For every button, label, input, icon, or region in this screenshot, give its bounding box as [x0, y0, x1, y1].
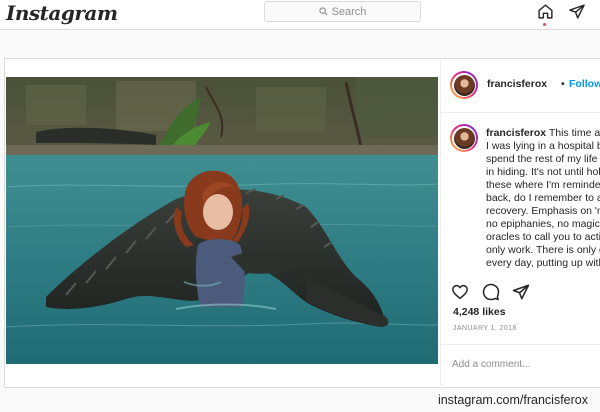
post-card: francisferox • Follow francisferox This … — [4, 58, 600, 389]
dot-separator: • — [561, 78, 565, 90]
notification-dot — [543, 23, 546, 26]
avatar[interactable] — [450, 71, 478, 99]
caption-line: recovery. Emphasis on 'm — [486, 205, 600, 217]
search-icon — [318, 7, 328, 16]
post-side-panel: francisferox • Follow francisferox This … — [440, 59, 600, 389]
caption-line: I was lying in a hospital be — [486, 140, 600, 152]
caption-line: francisferox This time a fe — [486, 127, 600, 139]
comment-placeholder: Add a comment... — [452, 359, 531, 370]
comment-icon[interactable] — [482, 283, 500, 301]
caption-line: spend the rest of my life c — [486, 153, 600, 165]
search-placeholder: Search — [331, 5, 367, 18]
follow-button[interactable]: Follow — [569, 78, 600, 90]
caption-line: back, do I remember to ap — [486, 192, 600, 204]
caption-avatar[interactable] — [450, 124, 478, 152]
post-username[interactable]: francisferox — [487, 78, 547, 90]
post-photo[interactable] — [6, 77, 438, 364]
share-icon[interactable] — [512, 283, 530, 301]
heart-icon[interactable] — [451, 283, 469, 301]
photo-woman-with-alligator — [6, 77, 438, 364]
caption-line: only work. There is only g — [486, 244, 600, 256]
instagram-logo[interactable]: Instagram — [6, 1, 118, 25]
home-icon[interactable] — [537, 3, 554, 20]
post-header: francisferox • Follow — [441, 59, 600, 113]
top-navigation-bar: Instagram Search — [0, 0, 600, 30]
source-credit: instagram.com/francisferox — [437, 393, 588, 407]
post-date[interactable]: JANUARY 1, 2018 — [453, 325, 517, 332]
caption-line: these where I'm reminded — [486, 179, 600, 191]
post-caption: francisferox This time a fe I was lying … — [486, 127, 600, 270]
add-comment-field[interactable]: Add a comment... — [441, 344, 600, 389]
caption-line: in hiding. It's not until hol — [486, 166, 600, 178]
paper-plane-icon[interactable] — [568, 3, 586, 20]
search-input[interactable]: Search — [264, 1, 421, 22]
caption-line: no epiphanies, no magic c — [486, 218, 600, 230]
likes-count[interactable]: 4,248 likes — [453, 306, 506, 318]
caption-line: every day, putting up with — [486, 257, 600, 269]
caption-username[interactable]: francisferox — [486, 127, 546, 139]
caption-line: oracles to call you to actio — [486, 231, 600, 243]
